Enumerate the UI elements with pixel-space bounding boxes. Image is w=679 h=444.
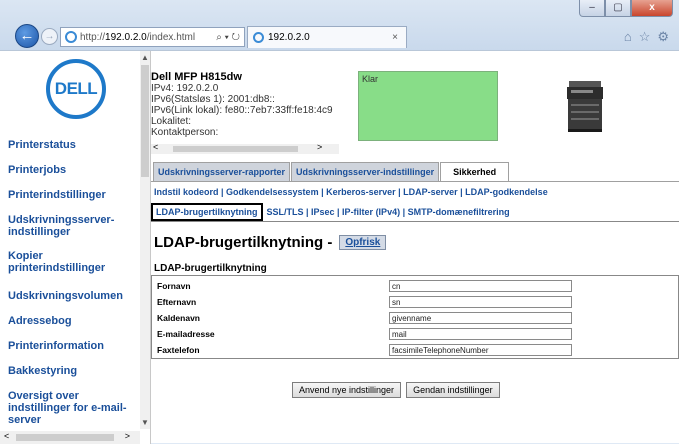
page-title-text: LDAP-brugertilknytning -	[154, 234, 333, 251]
scroll-right-icon[interactable]: >	[317, 142, 322, 152]
links-divider	[151, 221, 679, 222]
device-ipv6-link: IPv6(Link lokal): fe80::7eb7:33ff:fe18:4…	[151, 105, 333, 116]
back-button[interactable]: ←	[15, 24, 39, 48]
security-links-row1[interactable]: Indstil kodeord | Godkendelsessystem | K…	[154, 187, 548, 197]
tab-close-icon[interactable]: ×	[392, 32, 398, 43]
status-panel: Klar	[358, 71, 498, 141]
sidebar-item-printerstatus[interactable]: Printerstatus	[8, 139, 76, 151]
scroll-left-icon[interactable]: <	[153, 142, 158, 152]
sidebar-item-printerinformation[interactable]: Printerinformation	[8, 340, 104, 352]
sidebar-item-printerindstillinger[interactable]: Printerindstillinger	[8, 189, 106, 201]
form-row: E-mailadresse	[152, 327, 679, 342]
form-buttons: Anvend nye indstillinger Gendan indstill…	[292, 382, 500, 398]
field-label-efternavn: Efternavn	[157, 297, 197, 307]
printer-icon	[567, 81, 603, 132]
close-window-button[interactable]: x	[631, 0, 673, 17]
tab-server-settings[interactable]: Udskrivningsserver-indstillinger	[291, 162, 440, 181]
star-icon[interactable]: ☆	[639, 29, 651, 45]
tab-divider	[151, 181, 679, 182]
ie-icon	[65, 31, 77, 43]
fax-field[interactable]	[389, 344, 572, 356]
sidebar: DELL Printerstatus Printerjobs Printerin…	[0, 51, 150, 444]
window-controls: – ▢ x	[579, 0, 673, 17]
home-icon[interactable]: ⌂	[624, 29, 632, 45]
form-row: Efternavn	[152, 295, 679, 310]
browser-tab[interactable]: 192.0.2.0 ×	[247, 26, 407, 48]
browser-chrome: – ▢ x ← → http://192.0.2.0/index.html ⌕ …	[0, 0, 679, 50]
ie-tab-icon	[253, 32, 264, 43]
main-content: Dell MFP H815dw IPv4: 192.0.2.0 IPv6(Sta…	[151, 51, 679, 444]
email-field[interactable]	[389, 328, 572, 340]
form-row: Kaldenavn	[152, 311, 679, 326]
fornavn-field[interactable]	[389, 280, 572, 292]
efternavn-field[interactable]	[389, 296, 572, 308]
scroll-left-icon[interactable]: <	[4, 431, 9, 441]
ldap-mapping-form: Fornavn Efternavn Kaldenavn E-mailadress…	[151, 275, 679, 359]
kaldenavn-field[interactable]	[389, 312, 572, 324]
sidebar-item-bakkestyring[interactable]: Bakkestyring	[8, 365, 77, 377]
form-row: Faxtelefon	[152, 343, 679, 358]
sidebar-item-email-server[interactable]: Oversigt over indstillinger for e-mail-s…	[8, 390, 133, 426]
url-text: http://192.0.2.0/index.html	[80, 31, 196, 43]
tab-security[interactable]: Sikkerhed	[440, 162, 510, 181]
settings-tabs: Udskrivningsserver-rapporter Udskrivning…	[153, 162, 510, 181]
field-label-email: E-mailadresse	[157, 329, 215, 339]
device-contact: Kontaktperson:	[151, 127, 219, 138]
browser-right-icons: ⌂ ☆ ⚙	[624, 29, 669, 45]
form-row: Fornavn	[152, 279, 679, 294]
maximize-button[interactable]: ▢	[605, 0, 631, 17]
scroll-right-icon[interactable]: >	[125, 431, 130, 441]
tab-title: 192.0.2.0	[268, 32, 310, 43]
current-link-ldap-user-mapping[interactable]: LDAP-brugertilknytning	[151, 203, 263, 221]
device-scroll-thumb[interactable]	[173, 146, 298, 152]
device-ipv6-stateless: IPv6(Statsløs 1): 2001:db8::	[151, 94, 275, 105]
refresh-button[interactable]: Opfrisk	[339, 235, 387, 250]
field-label-kaldenavn: Kaldenavn	[157, 313, 200, 323]
field-label-fornavn: Fornavn	[157, 281, 191, 291]
apply-button[interactable]: Anvend nye indstillinger	[292, 382, 402, 398]
address-bar[interactable]: http://192.0.2.0/index.html ⌕ ▾ ↻	[60, 27, 245, 47]
gear-icon[interactable]: ⚙	[657, 29, 669, 45]
tab-reports[interactable]: Udskrivningsserver-rapporter	[153, 162, 291, 181]
reset-button[interactable]: Gendan indstillinger	[406, 382, 500, 398]
device-location: Lokalitet:	[151, 116, 192, 127]
security-links-row2: LDAP-brugertilknytning SSL/TLS | IPsec |…	[151, 203, 510, 221]
section-heading: LDAP-brugertilknytning	[154, 263, 267, 274]
scroll-up-icon[interactable]: ▲	[141, 53, 149, 62]
sidebar-item-kopier[interactable]: Kopier printerindstillinger	[8, 250, 128, 274]
sidebar-vertical-scrollbar[interactable]: ▲ ▼	[140, 51, 150, 429]
forward-button[interactable]: →	[41, 28, 58, 45]
device-ipv4: IPv4: 192.0.2.0	[151, 83, 219, 94]
scroll-down-icon[interactable]: ▼	[141, 418, 149, 427]
page: DELL Printerstatus Printerjobs Printerin…	[0, 50, 679, 444]
page-title: LDAP-brugertilknytning - Opfrisk	[154, 234, 387, 251]
hscroll-thumb[interactable]	[16, 434, 114, 441]
scroll-thumb[interactable]	[141, 65, 149, 177]
sidebar-item-udskrivningsvolumen[interactable]: Udskrivningsvolumen	[8, 290, 123, 302]
field-label-fax: Faxtelefon	[157, 345, 200, 355]
device-info: IPv4: 192.0.2.0 IPv6(Statsløs 1): 2001:d…	[151, 83, 341, 138]
address-controls[interactable]: ⌕ ▾ ↻	[216, 32, 240, 43]
dell-logo: DELL	[46, 59, 106, 119]
sidebar-horizontal-scrollbar[interactable]: < >	[0, 431, 140, 444]
sidebar-item-printerjobs[interactable]: Printerjobs	[8, 164, 66, 176]
status-text: Klar	[362, 74, 379, 84]
device-title: Dell MFP H815dw	[151, 71, 242, 83]
device-info-scrollbar[interactable]: < >	[151, 142, 339, 154]
sidebar-item-adressebog[interactable]: Adressebog	[8, 315, 72, 327]
sidebar-item-udskrivningsserver[interactable]: Udskrivningsserver-indstillinger	[8, 214, 128, 238]
minimize-button[interactable]: –	[579, 0, 605, 17]
security-links-rest[interactable]: SSL/TLS | IPsec | IP-filter (IPv4) | SMT…	[267, 207, 510, 217]
